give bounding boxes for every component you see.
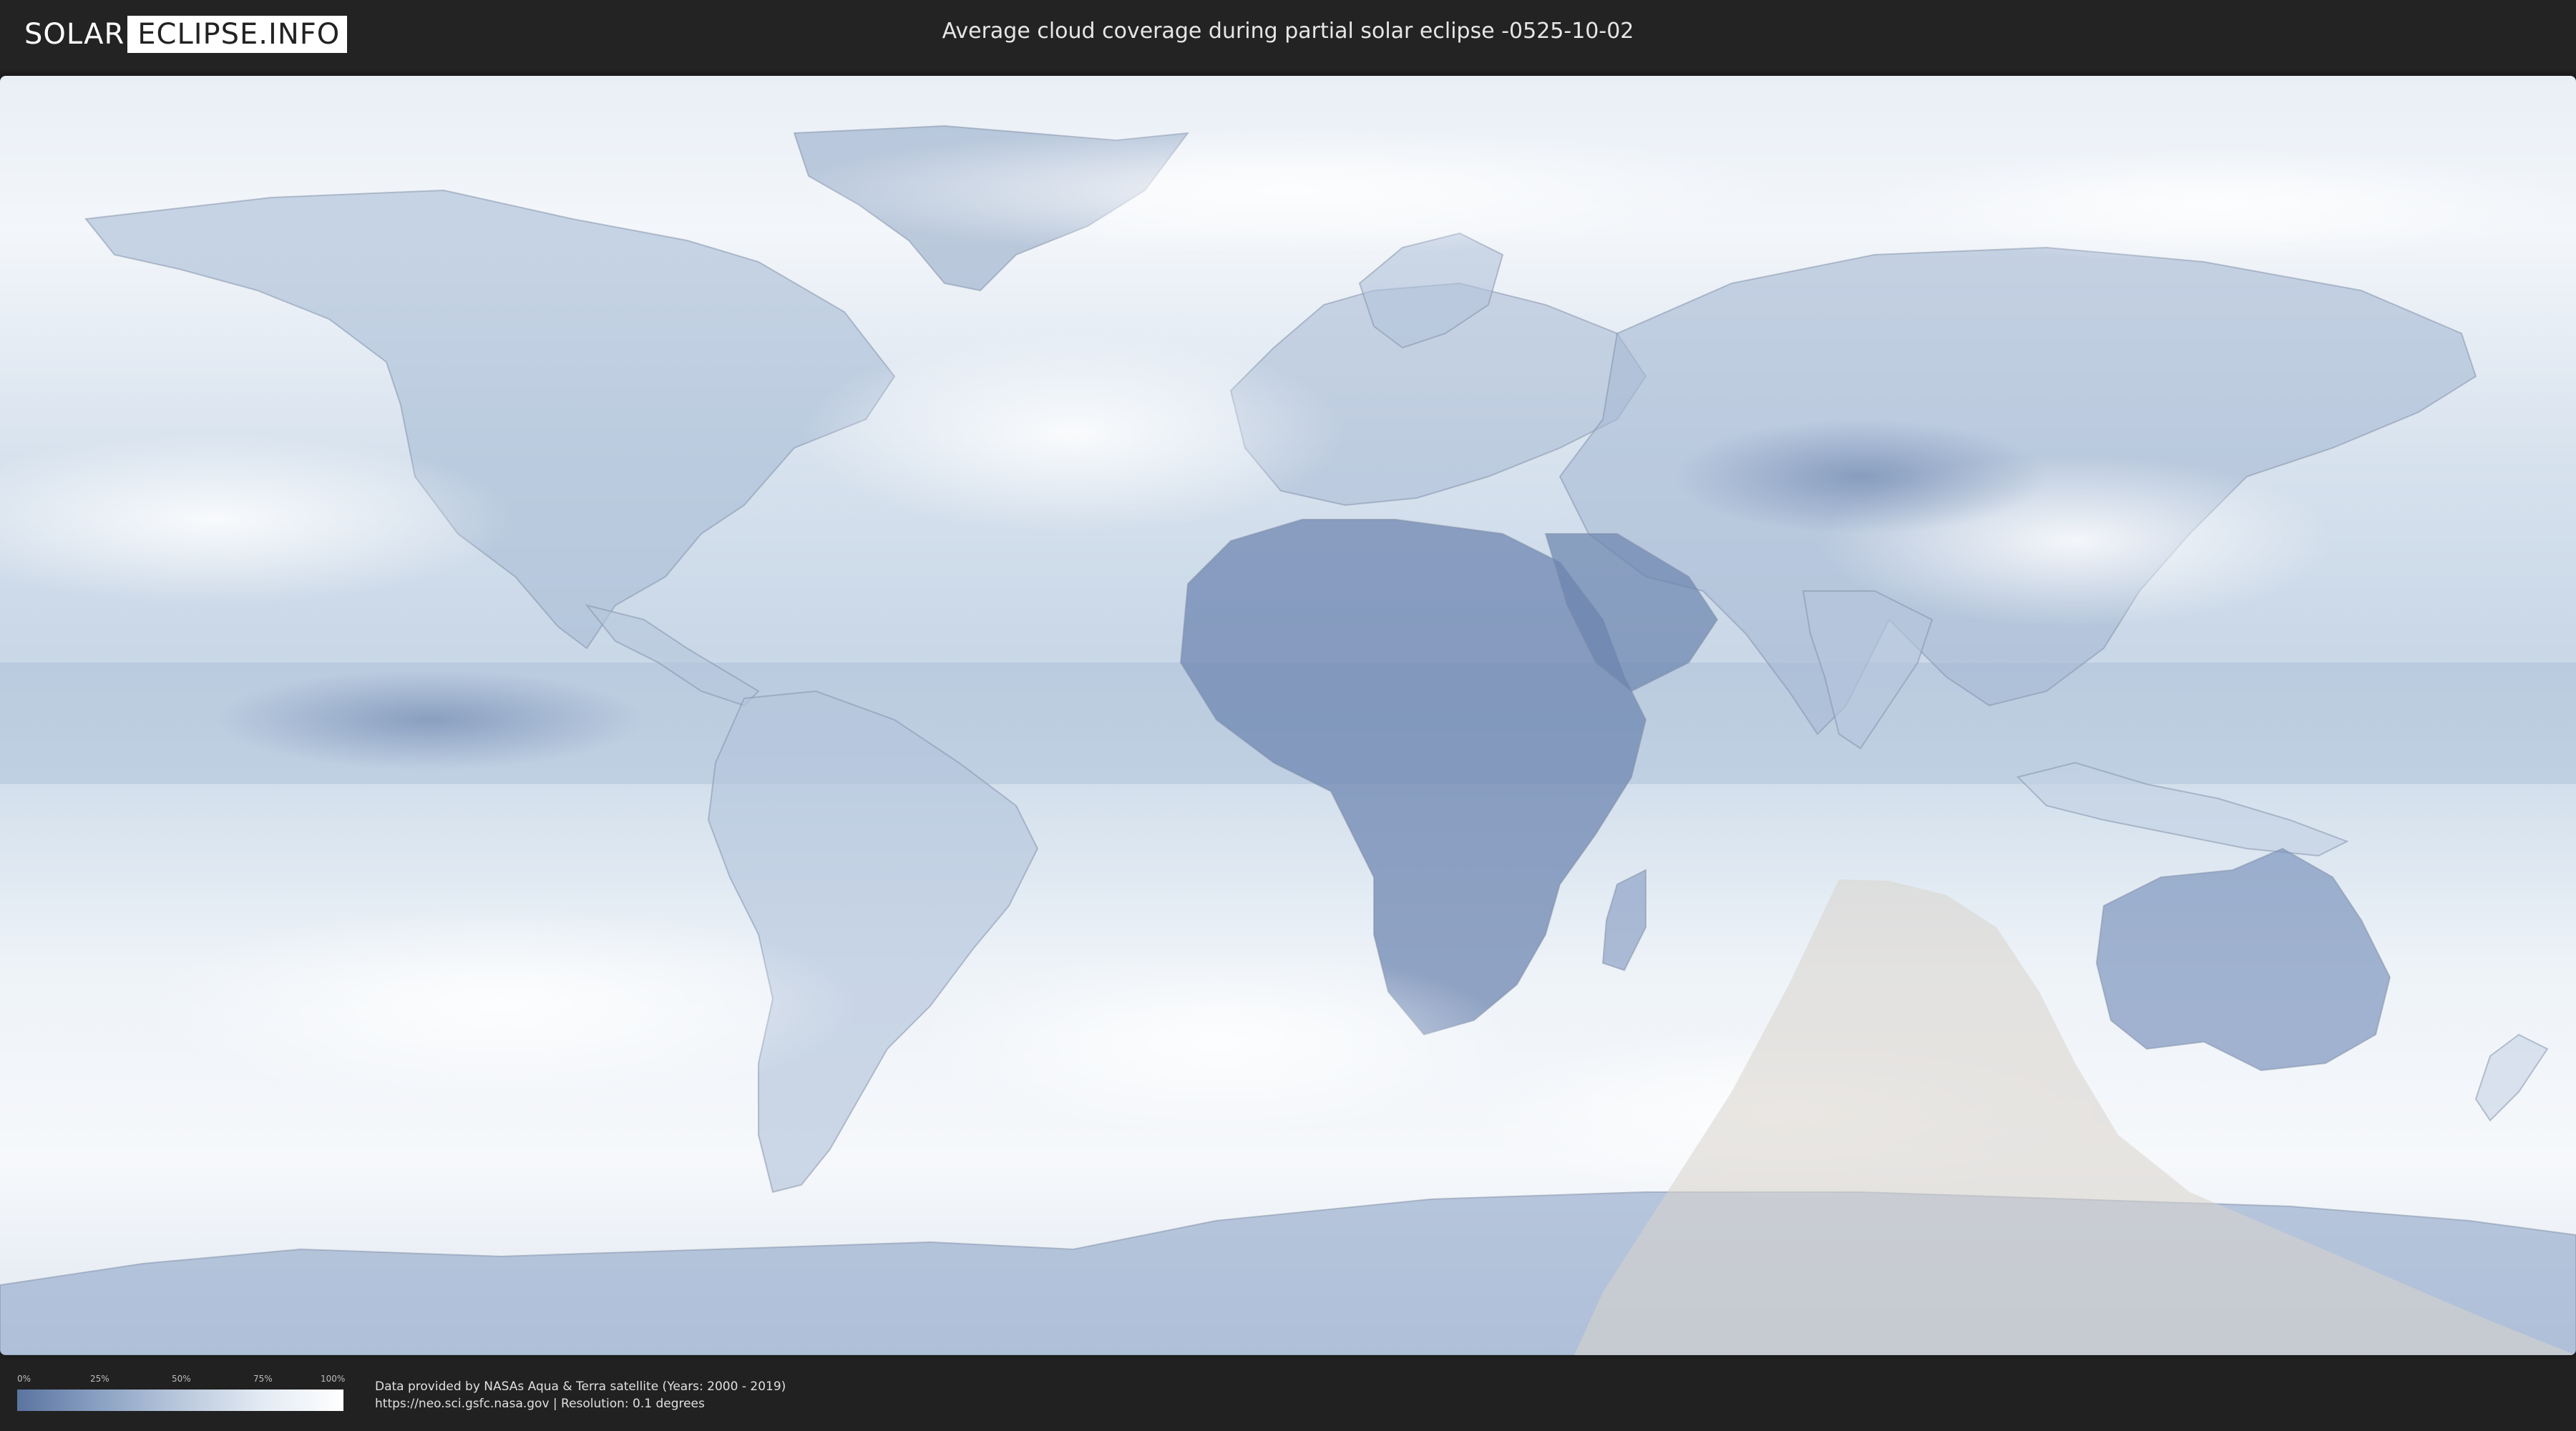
legend-ticks: 0% 25% 50% 75% 100% <box>17 1374 346 1390</box>
source-line-2[interactable]: https://neo.sci.gsfc.nasa.gov | Resoluti… <box>375 1395 786 1412</box>
page-title: Average cloud coverage during partial so… <box>942 19 1634 44</box>
legend-tick-75: 75% <box>253 1374 273 1384</box>
legend-tick-100: 100% <box>321 1374 346 1384</box>
legend-tick-0: 0% <box>17 1374 31 1384</box>
source-line-1: Data provided by NASAs Aqua & Terra sate… <box>375 1379 786 1394</box>
header-bar: SOLAR ECLIPSE.INFO Average cloud coverag… <box>0 0 2576 70</box>
cloud-coverage-map <box>0 76 2576 1355</box>
world-map-svg <box>0 76 2576 1355</box>
legend-tick-25: 25% <box>90 1374 109 1384</box>
cloud-coverage-legend: 0% 25% 50% 75% 100% <box>17 1374 346 1411</box>
legend-tick-50: 50% <box>172 1374 191 1384</box>
legend-gradient-bar <box>17 1390 343 1411</box>
footer-bar: 0% 25% 50% 75% 100% Data provided by NAS… <box>0 1359 2576 1431</box>
data-source-note: Data provided by NASAs Aqua & Terra sate… <box>375 1378 786 1412</box>
